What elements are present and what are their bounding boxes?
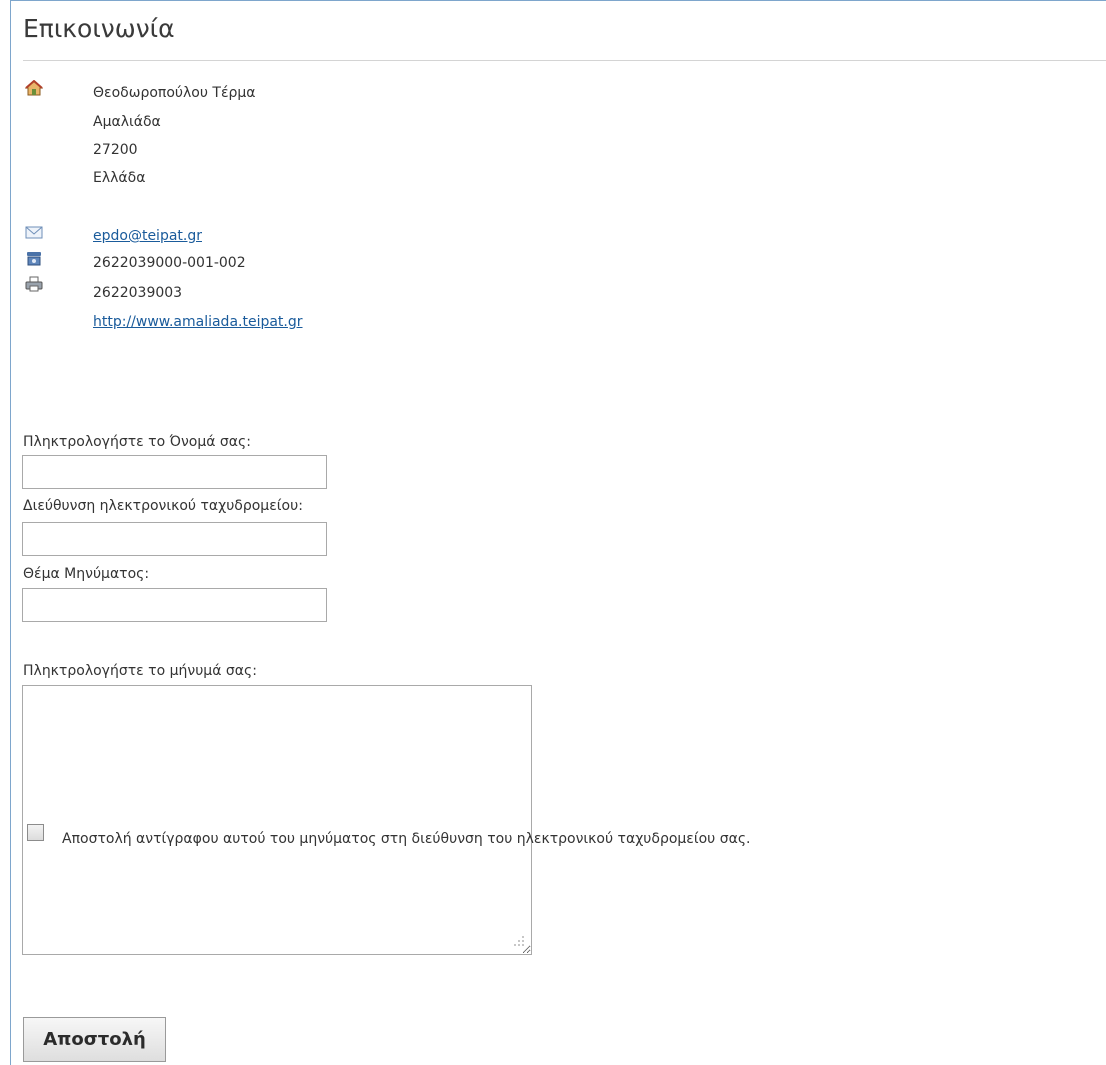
subject-input[interactable] xyxy=(22,588,327,622)
address-street: Θεοδωροπούλου Τέρμα xyxy=(93,85,256,101)
fax-number: 2622039003 xyxy=(93,285,183,301)
home-icon xyxy=(25,80,43,96)
page-title: Επικοινωνία xyxy=(23,14,175,43)
name-input[interactable] xyxy=(22,455,327,489)
email-input[interactable] xyxy=(22,522,327,556)
email-label: Διεύθυνση ηλεκτρονικού ταχυδρομείου: xyxy=(23,498,303,514)
send-copy-checkbox[interactable] xyxy=(27,824,44,841)
address-postal-code: 27200 xyxy=(93,142,138,158)
phone-number: 2622039000-001-002 xyxy=(93,255,246,271)
page-frame-left-border xyxy=(10,0,11,1065)
message-textarea[interactable] xyxy=(22,685,532,955)
fax-printer-icon xyxy=(25,276,43,292)
website-link[interactable]: http://www.amaliada.teipat.gr xyxy=(93,312,303,332)
subject-label: Θέμα Μηνύματος: xyxy=(23,566,150,582)
name-label: Πληκτρολογήστε το Όνομά σας: xyxy=(23,434,251,450)
message-label: Πληκτρολογήστε το μήνυμά σας: xyxy=(23,663,257,679)
address-country: Ελλάδα xyxy=(93,170,146,186)
email-link[interactable]: epdo@teipat.gr xyxy=(93,226,202,246)
page-frame-top-border xyxy=(10,0,1106,1)
send-button[interactable]: Αποστολή xyxy=(23,1017,166,1062)
resize-grip-icon[interactable] xyxy=(510,932,526,948)
send-copy-label[interactable]: Αποστολή αντίγραφου αυτού του μηνύματος … xyxy=(62,829,751,849)
envelope-icon xyxy=(25,226,43,239)
address-city: Αμαλιάδα xyxy=(93,114,161,130)
title-divider xyxy=(23,60,1106,61)
telephone-icon xyxy=(27,252,41,266)
